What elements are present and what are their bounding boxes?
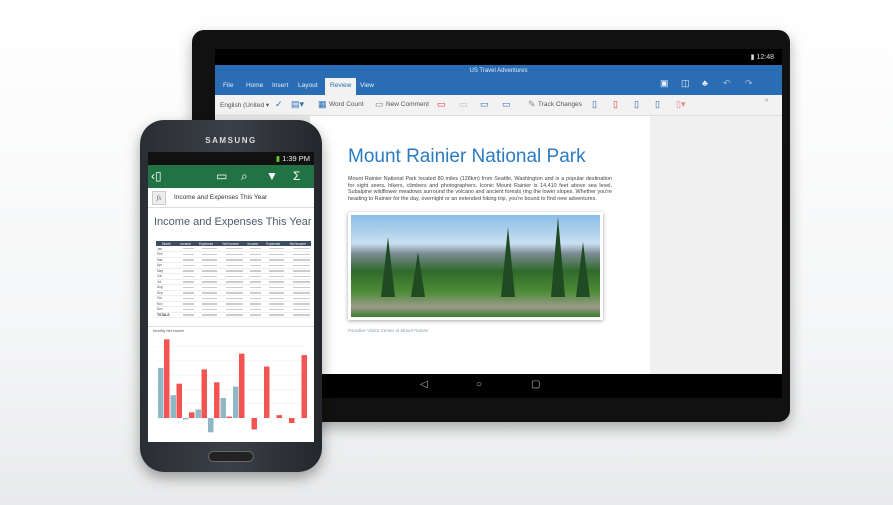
- tab-home[interactable]: Home: [246, 82, 263, 89]
- redo-icon[interactable]: ↷: [745, 78, 753, 89]
- tab-file[interactable]: File: [223, 82, 233, 89]
- tab-view[interactable]: View: [360, 82, 374, 89]
- status-bar: ▮ 12:48: [215, 49, 782, 65]
- value-cell: [217, 312, 244, 318]
- chart-bar: [251, 418, 257, 430]
- tab-layout[interactable]: Layout: [298, 82, 318, 89]
- value-cell: [194, 312, 218, 318]
- previous-change-icon[interactable]: ▯: [634, 99, 639, 110]
- chart-bar: [183, 418, 189, 420]
- markup-dropdown-icon[interactable]: ▯▾: [676, 99, 685, 110]
- phone-brand-logo: SAMSUNG: [205, 136, 257, 145]
- track-changes-icon: ✎: [528, 99, 536, 109]
- back-icon[interactable]: ◁: [420, 379, 428, 390]
- excel-app-bar: ‹▯ ▭ ⌕ ▼ Σ: [148, 165, 314, 188]
- net-income-chart[interactable]: Monthly Net Income: [148, 326, 314, 442]
- collapse-ribbon-icon[interactable]: ^: [765, 99, 768, 106]
- read-mode-icon[interactable]: ◫: [681, 78, 690, 89]
- chart-bar: [233, 386, 239, 418]
- fx-icon[interactable]: fx: [152, 191, 166, 205]
- comment-icon[interactable]: ▭: [216, 169, 227, 183]
- value-cell: [243, 312, 262, 318]
- value-cell: [284, 312, 311, 318]
- phone-device: SAMSUNG ▮ 1:39 PM ‹▯ ▭ ⌕ ▼ Σ fx Income a…: [140, 120, 322, 472]
- month-cell: TOTALS: [156, 312, 177, 318]
- spelling-icon[interactable]: ✓: [275, 99, 283, 110]
- next-comment-icon[interactable]: ▭: [502, 99, 511, 110]
- recents-icon[interactable]: ▢: [531, 379, 540, 390]
- chart-bar: [201, 369, 207, 418]
- chart-bar: [208, 418, 214, 433]
- thesaurus-icon[interactable]: ▤▾: [291, 99, 304, 110]
- new-comment-icon: ▭: [375, 99, 384, 109]
- home-button[interactable]: [208, 451, 254, 462]
- tab-insert[interactable]: Insert: [272, 82, 288, 89]
- chart-bar: [170, 395, 176, 418]
- document-paragraph: Mount Rainier National Park located 80 m…: [348, 176, 612, 202]
- ribbon-header: US Travel Adventures File Home Insert La…: [215, 65, 782, 95]
- chart-bar: [264, 366, 270, 418]
- resolve-comment-icon[interactable]: ▭: [459, 99, 468, 110]
- search-icon[interactable]: ⌕: [241, 169, 248, 184]
- previous-comment-icon[interactable]: ▭: [480, 99, 489, 110]
- accept-change-icon[interactable]: ▯: [592, 99, 597, 110]
- side-panel: [650, 116, 782, 374]
- photo-caption: Paradise Visitor Center at Mount Rainier: [348, 328, 429, 334]
- value-cell: [261, 312, 285, 318]
- status-time: 12:48: [756, 54, 774, 61]
- share-icon[interactable]: ♣: [702, 78, 708, 88]
- value-cell: [176, 312, 195, 318]
- chart-bar: [164, 339, 170, 418]
- phone-status-bar: ▮ 1:39 PM: [148, 152, 314, 165]
- formula-value: Income and Expenses This Year: [174, 194, 268, 201]
- document-title: US Travel Adventures: [469, 68, 528, 74]
- chart-bar: [220, 397, 226, 418]
- tab-review[interactable]: Review: [325, 78, 357, 95]
- sheet-title: Income and Expenses This Year: [154, 216, 312, 228]
- filter-icon[interactable]: ▼: [266, 169, 278, 183]
- chart-bar: [289, 418, 295, 424]
- back-office-logo-icon[interactable]: ‹▯: [151, 169, 162, 183]
- save-icon[interactable]: ▣: [660, 78, 669, 89]
- chart-bar: [195, 409, 201, 418]
- word-count-icon: ▦: [318, 99, 327, 109]
- track-changes-button[interactable]: Track Changes: [538, 101, 582, 108]
- document-heading: Mount Rainier National Park: [348, 146, 586, 167]
- word-count-button[interactable]: Word Count: [329, 101, 364, 108]
- undo-icon[interactable]: ↶: [723, 78, 731, 89]
- phone-screen: ▮ 1:39 PM ‹▯ ▭ ⌕ ▼ Σ fx Income and Expen…: [148, 152, 314, 442]
- income-table: Month Income Expenses Net Income Income Expen…: [156, 241, 311, 318]
- chart-bar: [214, 382, 220, 418]
- next-change-icon[interactable]: ▯: [655, 99, 660, 110]
- delete-comment-icon[interactable]: ▭: [437, 99, 446, 110]
- battery-icon: ▮: [275, 154, 280, 163]
- table-row[interactable]: TOTALS: [156, 312, 311, 318]
- status-time: 1:39 PM: [282, 154, 310, 163]
- chart-bar: [189, 412, 195, 418]
- chart-bar: [276, 415, 282, 418]
- home-icon[interactable]: ○: [476, 379, 482, 390]
- park-photo: [348, 212, 603, 321]
- chart-bar: [176, 383, 182, 418]
- reject-change-icon[interactable]: ▯: [613, 99, 618, 110]
- formula-bar[interactable]: fx Income and Expenses This Year: [148, 188, 314, 208]
- chart-bar: [301, 355, 307, 418]
- language-dropdown[interactable]: English (United ▾: [220, 101, 269, 109]
- new-comment-button[interactable]: New Comment: [386, 101, 429, 108]
- document-page[interactable]: Mount Rainier National Park Mount Rainie…: [310, 116, 650, 374]
- spreadsheet-grid[interactable]: Income and Expenses This Year Month Incom…: [148, 208, 314, 326]
- review-toolbar: English (United ▾ ✓ ▤▾ ▦ Word Count ▭ Ne…: [215, 95, 782, 116]
- chart-bar: [239, 353, 245, 418]
- chart-bar: [226, 416, 232, 418]
- chart-bar: [158, 367, 164, 418]
- sum-icon[interactable]: Σ: [293, 169, 300, 183]
- chart-plot: [156, 339, 307, 433]
